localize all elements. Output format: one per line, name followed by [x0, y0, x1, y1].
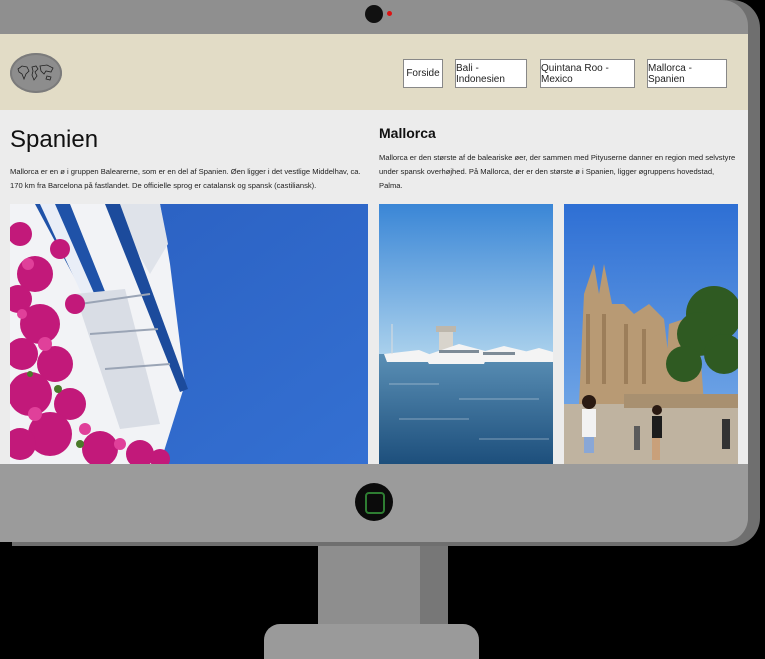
nav-bali-indonesien[interactable]: Bali - Indonesien: [455, 59, 527, 88]
home-button-icon: [365, 492, 385, 514]
monitor-stand-shadow: [420, 540, 448, 636]
nav-mallorca-spanien[interactable]: Mallorca - Spanien: [647, 59, 727, 88]
screen: Forside Bali - Indonesien Quintana Roo -…: [0, 34, 748, 464]
section-title-mallorca: Mallorca: [379, 125, 436, 141]
photo-marina-yachts: [379, 204, 553, 464]
photo-bougainvillea-building: [10, 204, 368, 464]
monitor-stand-neck: [318, 540, 430, 636]
nav-forside[interactable]: Forside: [403, 59, 443, 88]
site-header: Forside Bali - Indonesien Quintana Roo -…: [0, 34, 748, 110]
page-title-spanien: Spanien: [10, 126, 99, 153]
nav-quintana-roo-mexico[interactable]: Quintana Roo - Mexico: [540, 59, 635, 88]
intro-text-spanien: Mallorca er en ø i gruppen Balearerne, s…: [10, 167, 361, 190]
intro-text-mallorca: Mallorca er den største af de baleariske…: [379, 153, 736, 190]
world-map-icon[interactable]: [10, 53, 62, 93]
photo-palma-cathedral: [564, 204, 738, 464]
monitor-stand-base: [264, 624, 479, 659]
webcam-icon: [365, 5, 383, 23]
webcam-led-icon: [387, 11, 392, 16]
